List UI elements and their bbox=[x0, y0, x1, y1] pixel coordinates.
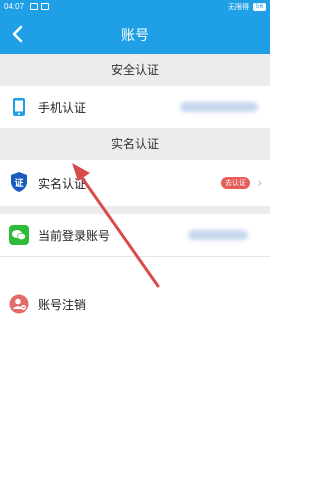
row-divider bbox=[0, 256, 270, 257]
svg-text:证: 证 bbox=[14, 178, 23, 189]
real-name-auth-row[interactable]: 证 实名认证 去认证 › bbox=[0, 160, 270, 206]
section-header-security: 安全认证 bbox=[0, 54, 270, 86]
account-cancel-label: 账号注销 bbox=[38, 298, 87, 312]
id-shield-icon: 证 bbox=[8, 171, 30, 193]
status-right: 无限得 56 bbox=[228, 2, 266, 12]
phone-auth-row[interactable]: 手机认证 bbox=[0, 86, 270, 128]
network-text: 无限得 bbox=[228, 3, 249, 11]
account-cancel-row[interactable]: 账号注销 bbox=[0, 283, 270, 325]
account-name-redacted bbox=[188, 230, 248, 240]
section-header-real-name: 实名认证 bbox=[0, 128, 270, 160]
current-account-label: 当前登录账号 bbox=[38, 229, 111, 243]
sim-icon bbox=[30, 3, 38, 10]
current-account-row-content[interactable]: 当前登录账号 bbox=[0, 214, 270, 256]
phone-auth-label: 手机认证 bbox=[38, 101, 87, 115]
nav-bar: 账号 bbox=[0, 14, 270, 54]
notification-icon bbox=[41, 3, 49, 10]
real-name-auth-label: 实名认证 bbox=[38, 177, 87, 191]
phone-icon bbox=[8, 96, 30, 118]
chevron-right-icon: › bbox=[257, 176, 262, 190]
wechat-icon bbox=[8, 224, 30, 246]
status-notification-icons bbox=[30, 3, 49, 10]
status-bar: 04:07 无限得 56 bbox=[0, 0, 270, 14]
battery-icon: 56 bbox=[253, 3, 266, 11]
status-time: 04:07 bbox=[4, 2, 25, 11]
user-cancel-icon bbox=[8, 293, 30, 315]
page-title: 账号 bbox=[121, 28, 149, 44]
phone-number-redacted bbox=[180, 102, 258, 112]
go-verify-badge[interactable]: 去认证 bbox=[221, 177, 250, 189]
